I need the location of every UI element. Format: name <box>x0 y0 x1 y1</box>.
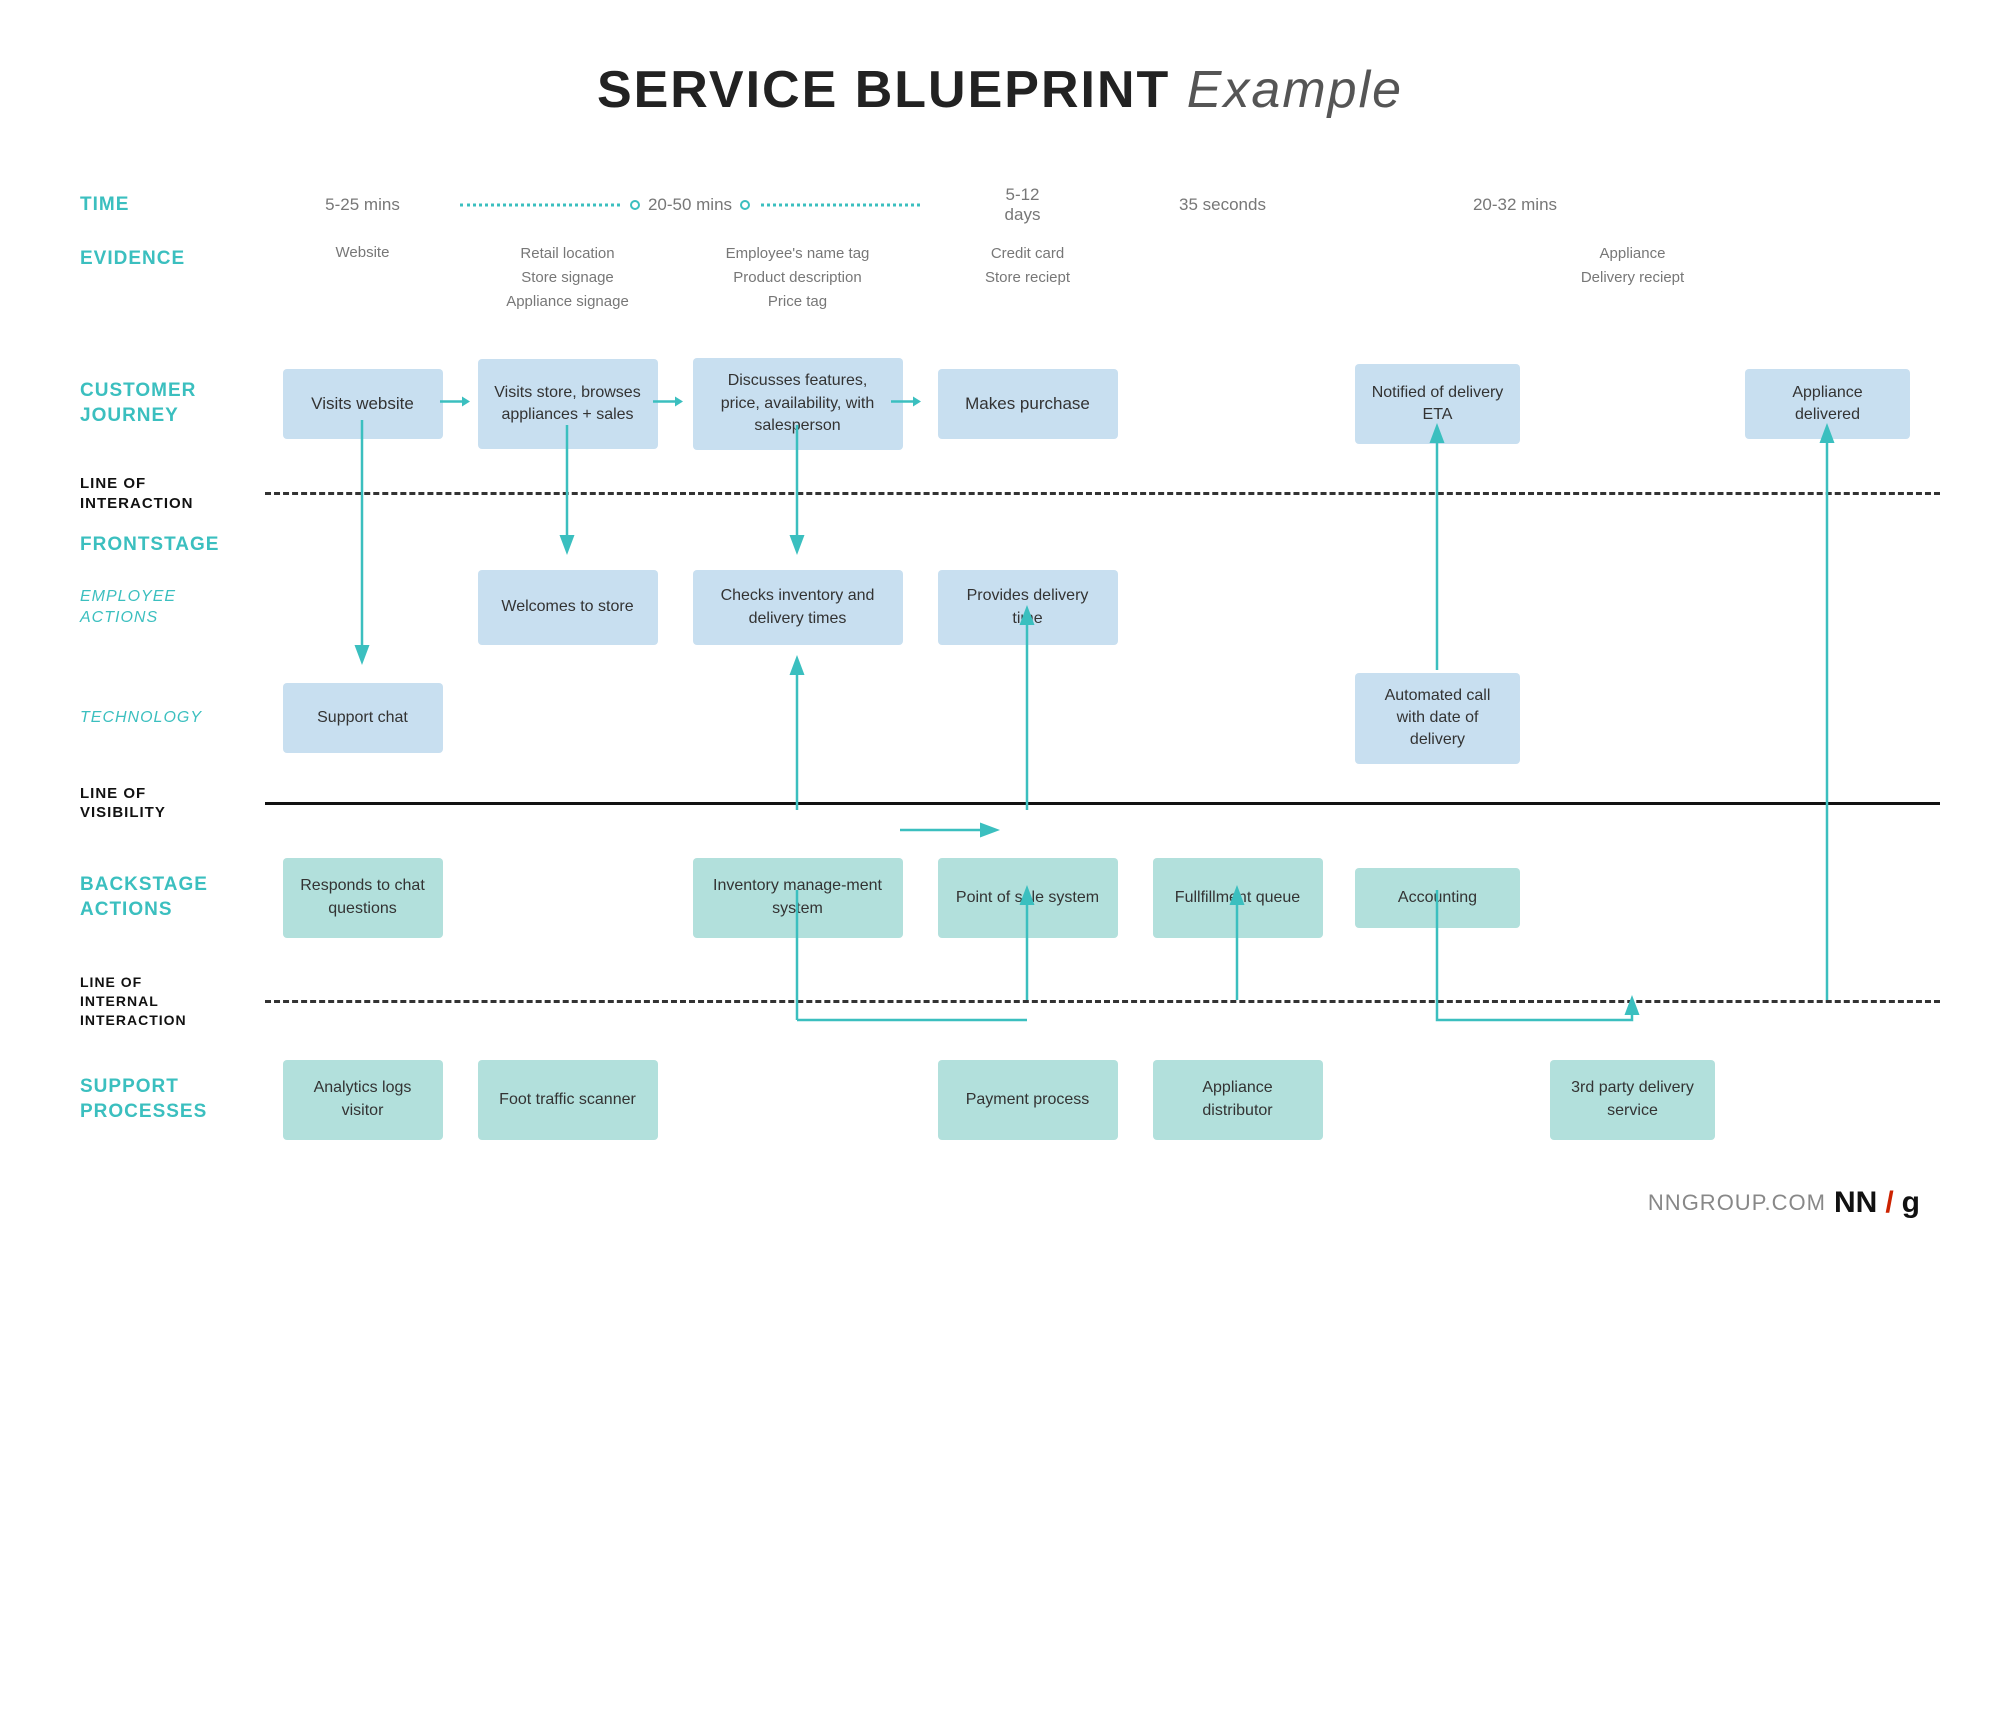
logo-nn: NN <box>1834 1186 1877 1220</box>
card-provides-delivery: Provides delivery time <box>938 570 1118 645</box>
cj-col7-gap <box>1535 399 1730 409</box>
line-of-interaction <box>265 492 1940 495</box>
bs-col4: Point of sale system <box>920 853 1135 943</box>
cj-col2: Visits store, browses appliances + sales <box>460 354 675 454</box>
card-payment-process: Payment process <box>938 1060 1118 1140</box>
page-title: SERVICE BLUEPRINT Example <box>80 60 1920 120</box>
card-point-of-sale: Point of sale system <box>938 858 1118 938</box>
time-cell-1: 5-25 mins <box>265 195 460 215</box>
sp-col5: Appliance distributor <box>1135 1055 1340 1145</box>
frontstage-label: FRONTSTAGE <box>80 534 219 555</box>
time-cell-4: 35 seconds <box>1125 195 1320 215</box>
card-support-chat: Support chat <box>283 683 443 753</box>
time-label: TIME <box>80 194 129 215</box>
card-fulfillment: Fullfillment queue <box>1153 858 1323 938</box>
card-makes-purchase: Makes purchase <box>938 369 1118 439</box>
card-visits-store: Visits store, browses appliances + sales <box>478 359 658 449</box>
card-accounting: Accounting <box>1355 868 1520 928</box>
ea-col3: Checks inventory and delivery times <box>675 565 920 650</box>
line-visibility-label: LINE OFVISIBILITY <box>80 785 166 822</box>
tech-col6: Automated call with date of delivery <box>1340 668 1535 769</box>
arrow-cj-1 <box>440 391 470 411</box>
title-italic: Example <box>1187 61 1403 119</box>
logo-g: g <box>1902 1186 1920 1220</box>
logo-area: NNGROUP.COM NN / g <box>1648 1186 1920 1220</box>
card-automated-call: Automated call with date of delivery <box>1355 673 1520 764</box>
time-cell-3: 5-12days <box>920 185 1125 225</box>
blueprint-container: TIME 5-25 mins 20-50 mins 5-12days 35 <box>80 180 1940 1150</box>
evidence-cell-3: Employee's name tagProduct descriptionPr… <box>675 242 920 314</box>
line-of-visibility <box>265 802 1940 805</box>
cj-col8: Appliance delivered <box>1730 364 1925 444</box>
cj-col6: Notified of delivery ETA <box>1340 359 1535 449</box>
card-welcomes: Welcomes to store <box>478 570 658 645</box>
arrow-cj-2 <box>653 391 683 411</box>
employee-actions-label: EMPLOYEEACTIONS <box>80 588 176 626</box>
logo-site-text: NNGROUP.COM <box>1648 1190 1826 1216</box>
time-cell-5: 20-32 mins <box>1320 195 1710 215</box>
ea-col2: Welcomes to store <box>460 565 675 650</box>
cj-col3: Discusses features, price, availability,… <box>675 353 920 454</box>
page-wrapper: SERVICE BLUEPRINT Example TIME 5-25 mins… <box>0 0 2000 1250</box>
card-delivered: Appliance delivered <box>1745 369 1910 439</box>
ea-col4: Provides delivery time <box>920 565 1135 650</box>
card-notified: Notified of delivery ETA <box>1355 364 1520 444</box>
sp-col4: Payment process <box>920 1055 1135 1145</box>
evidence-label: EVIDENCE <box>80 248 185 269</box>
card-inventory-mgmt: Inventory manage-ment system <box>693 858 903 938</box>
customer-journey-label: CUSTOMERJOURNEY <box>80 380 196 426</box>
evidence-cell-2: Retail locationStore signageAppliance si… <box>460 242 675 314</box>
sp-col2: Foot traffic scanner <box>460 1055 675 1145</box>
line-of-internal-interaction <box>265 1000 1940 1003</box>
evidence-cell-1: Website <box>265 242 460 265</box>
card-foot-traffic: Foot traffic scanner <box>478 1060 658 1140</box>
card-checks-inventory: Checks inventory and delivery times <box>693 570 903 645</box>
bs-col6: Accounting <box>1340 863 1535 933</box>
evidence-cell-4: Credit cardStore reciept <box>920 242 1135 290</box>
card-analytics: Analytics logs visitor <box>283 1060 443 1140</box>
title-bold: SERVICE BLUEPRINT <box>597 61 1170 119</box>
bs-col5: Fullfillment queue <box>1135 853 1340 943</box>
tech-col1: Support chat <box>265 678 460 758</box>
arrow-cj-3 <box>891 391 921 411</box>
cj-col4: Makes purchase <box>920 364 1135 444</box>
card-visits-website: Visits website <box>283 369 443 439</box>
line-internal-label: LINE OFINTERNALINTERACTION <box>80 974 187 1028</box>
sp-col1: Analytics logs visitor <box>265 1055 460 1145</box>
card-appliance-dist: Appliance distributor <box>1153 1060 1323 1140</box>
support-processes-label: SUPPORTPROCESSES <box>80 1076 207 1122</box>
card-responds-chat: Responds to chat questions <box>283 858 443 938</box>
line-interaction-label: LINE OFINTERACTION <box>80 475 194 512</box>
cj-col1: Visits website <box>265 364 460 444</box>
sp-col7: 3rd party delivery service <box>1535 1055 1730 1145</box>
card-discusses: Discusses features, price, availability,… <box>693 358 903 449</box>
technology-label: TECHNOLOGY <box>80 709 202 726</box>
bs-col3: Inventory manage-ment system <box>675 853 920 943</box>
evidence-cell-7: ApplianceDelivery reciept <box>1535 242 1730 290</box>
time-cell-2: 20-50 mins <box>648 195 732 215</box>
card-3rd-party: 3rd party delivery service <box>1550 1060 1715 1140</box>
backstage-label: BACKSTAGEACTIONS <box>80 874 208 920</box>
bs-col1: Responds to chat questions <box>265 853 460 943</box>
logo-slash: / <box>1885 1186 1893 1220</box>
